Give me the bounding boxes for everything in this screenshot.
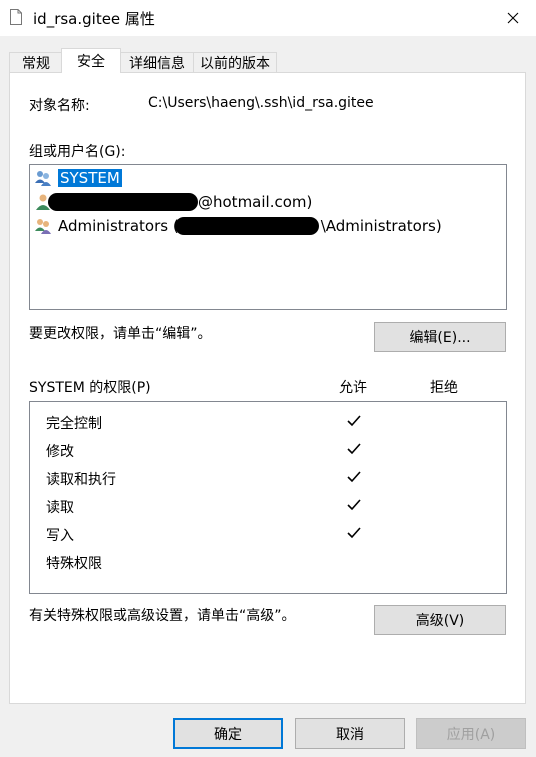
groups-label: 组或用户名(G): xyxy=(29,144,126,160)
deny-header: 拒绝 xyxy=(430,380,458,396)
advanced-button[interactable]: 高级(V) xyxy=(374,605,506,635)
tab-general[interactable]: 常规 xyxy=(9,52,63,72)
tab-security[interactable]: 安全 xyxy=(61,48,121,73)
permission-name: 读取 xyxy=(46,500,74,516)
permission-name: 读取和执行 xyxy=(46,472,116,488)
groups-listbox[interactable]: SYSTEM @hotmail.com) Administrators ( \A… xyxy=(29,164,507,310)
window-title: id_rsa.gitee 属性 xyxy=(33,10,155,28)
permission-name: 完全控制 xyxy=(46,416,102,432)
group-users-icon xyxy=(35,171,51,186)
tab-details[interactable]: 详细信息 xyxy=(119,52,195,72)
permission-row: 完全控制 xyxy=(30,408,506,436)
close-button[interactable] xyxy=(490,0,536,36)
group-users-icon xyxy=(35,219,51,234)
list-item-label: Administrators ( xyxy=(58,217,179,235)
file-icon xyxy=(10,9,22,25)
object-name-label: 对象名称: xyxy=(29,98,90,114)
redaction-mark xyxy=(48,193,198,211)
permission-name: 修改 xyxy=(46,444,74,460)
permission-name: 特殊权限 xyxy=(46,556,102,572)
edit-button[interactable]: 编辑(E)... xyxy=(374,322,506,352)
list-item-label: @hotmail.com) xyxy=(198,193,313,211)
permission-row: 特殊权限 xyxy=(30,548,506,576)
cancel-button[interactable]: 取消 xyxy=(295,718,405,749)
close-icon xyxy=(507,12,519,24)
permissions-label: SYSTEM 的权限(P) xyxy=(29,380,151,396)
list-item-label: SYSTEM xyxy=(58,169,122,187)
security-panel: 对象名称: C:\Users\haeng\.ssh\id_rsa.gitee 组… xyxy=(9,72,526,704)
checkmark-icon xyxy=(347,527,361,539)
permission-row: 读取和执行 xyxy=(30,464,506,492)
permission-row: 修改 xyxy=(30,436,506,464)
ok-button[interactable]: 确定 xyxy=(173,718,283,749)
apply-button[interactable]: 应用(A) xyxy=(416,718,526,749)
object-name-value: C:\Users\haeng\.ssh\id_rsa.gitee xyxy=(148,95,374,111)
list-item-suffix: \Administrators) xyxy=(320,217,442,235)
permission-row: 读取 xyxy=(30,492,506,520)
edit-hint: 要更改权限，请单击“编辑”。 xyxy=(29,326,212,342)
checkmark-icon xyxy=(347,415,361,427)
list-item-system[interactable]: SYSTEM xyxy=(34,167,122,189)
permission-row: 写入 xyxy=(30,520,506,548)
advanced-hint: 有关特殊权限或高级设置，请单击“高级”。 xyxy=(29,608,296,624)
redaction-mark xyxy=(175,217,319,235)
title-bar: id_rsa.gitee 属性 xyxy=(0,0,536,36)
checkmark-icon xyxy=(347,471,361,483)
allow-header: 允许 xyxy=(339,380,367,396)
tab-previous-versions[interactable]: 以前的版本 xyxy=(193,52,277,72)
permission-name: 写入 xyxy=(46,528,74,544)
checkmark-icon xyxy=(347,443,361,455)
checkmark-icon xyxy=(347,499,361,511)
permissions-list: 完全控制修改读取和执行读取写入特殊权限 xyxy=(29,401,507,594)
